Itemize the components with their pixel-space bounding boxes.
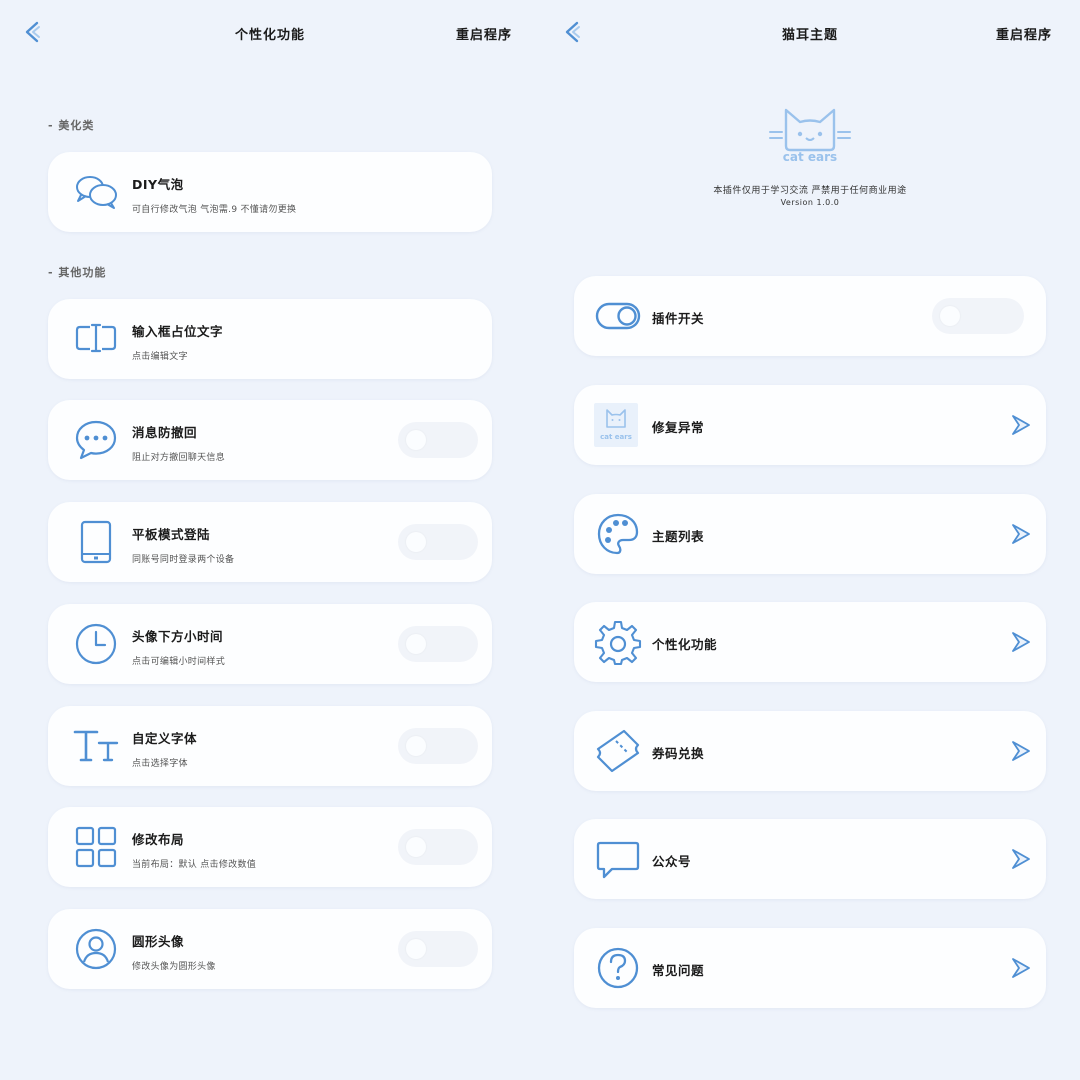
chevron-right-icon[interactable] [1010, 956, 1032, 980]
custom-font-toggle[interactable] [398, 728, 478, 764]
setting-title: 圆形头像 [132, 934, 185, 949]
setting-subtitle: 同账号同时登录两个设备 [132, 555, 235, 565]
setting-subtitle: 点击可编辑小时间样式 [132, 657, 226, 667]
tablet-login-toggle[interactable] [398, 524, 478, 560]
chevron-right-icon[interactable] [1010, 847, 1032, 871]
menu-title: 修复异常 [652, 420, 705, 435]
menu-repair-exception[interactable]: cat ears 修复异常 [574, 385, 1046, 465]
setting-title: DIY气泡 [132, 177, 184, 192]
section-label-other: - 其他功能 [48, 266, 107, 279]
ticket-icon [596, 729, 640, 773]
user-circle-icon [75, 928, 117, 970]
grid-icon [75, 826, 117, 868]
setting-anti-recall[interactable]: 消息防撤回 阻止对方撤回聊天信息 [48, 400, 492, 480]
menu-theme-list[interactable]: 主题列表 [574, 494, 1046, 574]
setting-title: 输入框占位文字 [132, 324, 224, 339]
setting-round-avatar[interactable]: 圆形头像 修改头像为圆形头像 [48, 909, 492, 989]
section-label-beautify: - 美化类 [48, 119, 95, 132]
chevron-right-icon[interactable] [1010, 413, 1032, 437]
cat-ears-thumbnail: cat ears [594, 403, 638, 447]
thumbnail-text: cat ears [600, 433, 632, 441]
menu-official-account[interactable]: 公众号 [574, 819, 1046, 899]
toggle-knob [406, 532, 426, 552]
toggle-knob [406, 634, 426, 654]
setting-custom-font[interactable]: 自定义字体 点击选择字体 [48, 706, 492, 786]
menu-title: 常见问题 [652, 963, 705, 978]
chevron-right-icon[interactable] [1010, 739, 1032, 763]
gear-icon [594, 620, 642, 666]
setting-diy-bubble[interactable]: DIY气泡 可自行修改气泡 气泡需.9 不懂请勿更换 [48, 152, 492, 232]
message-dots-icon [75, 420, 117, 460]
restart-button[interactable]: 重启程序 [456, 24, 512, 43]
help-circle-icon [597, 947, 639, 989]
setting-subtitle: 点击选择字体 [132, 759, 188, 769]
menu-plugin-switch[interactable]: 插件开关 [574, 276, 1046, 356]
modify-layout-toggle[interactable] [398, 829, 478, 865]
setting-subtitle: 当前布局：默认 点击修改数值 [132, 860, 257, 870]
round-avatar-toggle[interactable] [398, 931, 478, 967]
toggle-knob [406, 430, 426, 450]
font-icon [73, 730, 119, 762]
disclaimer-text: 本插件仅用于学习交流 严禁用于任何商业用途 [713, 186, 907, 196]
toggle-knob [406, 939, 426, 959]
setting-subtitle: 点击编辑文字 [132, 352, 188, 362]
avatar-time-toggle[interactable] [398, 626, 478, 662]
clock-icon [75, 623, 117, 665]
toggle-icon [595, 302, 641, 330]
setting-input-placeholder[interactable]: 输入框占位文字 点击编辑文字 [48, 299, 492, 379]
top-bar: 猫耳主题 重启程序 [540, 0, 1080, 66]
setting-avatar-time[interactable]: 头像下方小时间 点击可编辑小时间样式 [48, 604, 492, 684]
toggle-knob [406, 837, 426, 857]
setting-modify-layout[interactable]: 修改布局 当前布局：默认 点击修改数值 [48, 807, 492, 887]
cat-ears-theme-screen: 猫耳主题 重启程序 cat ears 本插件仅用于学习交流 严禁用于任何商业用途… [540, 0, 1080, 1080]
setting-title: 自定义字体 [132, 731, 198, 746]
setting-title: 消息防撤回 [132, 425, 198, 440]
message-square-icon [596, 841, 640, 879]
top-bar: 个性化功能 重启程序 [0, 0, 540, 66]
anti-recall-toggle[interactable] [398, 422, 478, 458]
text-cursor-icon [75, 323, 117, 353]
setting-subtitle: 可自行修改气泡 气泡需.9 不懂请勿更换 [132, 205, 297, 215]
palette-icon [597, 513, 639, 555]
toggle-knob [940, 306, 960, 326]
personalization-screen: 个性化功能 重启程序 - 美化类 DIY气泡 可自行修改气泡 气泡需.9 不懂请… [0, 0, 540, 1080]
chat-bubbles-icon [76, 176, 117, 209]
menu-coupon-redeem[interactable]: 券码兑换 [574, 711, 1046, 791]
logo-text: cat ears [782, 150, 838, 164]
version-text: Version 1.0.0 [780, 198, 840, 207]
plugin-switch-toggle[interactable] [932, 298, 1024, 334]
tablet-icon [80, 520, 112, 564]
setting-tablet-login[interactable]: 平板模式登陆 同账号同时登录两个设备 [48, 502, 492, 582]
menu-title: 个性化功能 [652, 637, 718, 652]
chevron-right-icon[interactable] [1010, 630, 1032, 654]
setting-subtitle: 修改头像为圆形头像 [132, 962, 216, 972]
cat-face-icon [606, 409, 626, 428]
setting-subtitle: 阻止对方撤回聊天信息 [132, 453, 226, 463]
menu-title: 券码兑换 [652, 746, 705, 761]
setting-title: 平板模式登陆 [132, 527, 211, 542]
menu-title: 公众号 [652, 854, 692, 869]
toggle-knob [406, 736, 426, 756]
menu-faq[interactable]: 常见问题 [574, 928, 1046, 1008]
setting-title: 修改布局 [132, 832, 185, 847]
menu-title: 主题列表 [652, 529, 705, 544]
menu-title: 插件开关 [652, 311, 705, 326]
restart-button[interactable]: 重启程序 [996, 24, 1052, 43]
setting-title: 头像下方小时间 [132, 629, 224, 644]
chevron-right-icon[interactable] [1010, 522, 1032, 546]
menu-personalization[interactable]: 个性化功能 [574, 602, 1046, 682]
